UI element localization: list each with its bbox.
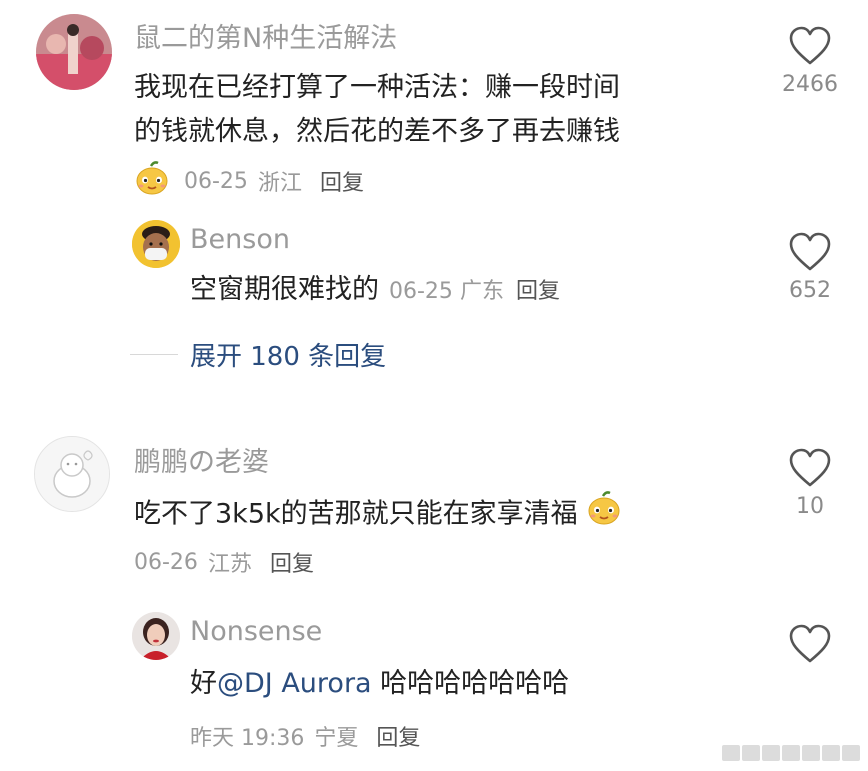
comment-text: 吃不了3k5k的苦那就只能在家享清福 <box>134 498 578 530</box>
reply-button[interactable]: 回复 <box>376 720 420 752</box>
reply-button[interactable]: 回复 <box>320 165 364 197</box>
comment-meta: 06-26 江苏 回复 <box>134 546 314 578</box>
mention-link[interactable]: @DJ Aurora <box>217 668 372 699</box>
mango-face-emoji-icon <box>586 490 622 540</box>
avatar[interactable] <box>34 436 110 512</box>
reply-meta: 昨天 19:36 宁夏 回复 <box>190 720 420 752</box>
username[interactable]: Benson <box>190 224 290 255</box>
avatar[interactable] <box>132 220 180 268</box>
reply-location: 广东 <box>459 279 504 304</box>
comment-text-row: 吃不了3k5k的苦那就只能在家享清福 <box>134 490 622 540</box>
reply-text: 空窗期很难找的 <box>190 274 379 305</box>
comment-date: 06-25 <box>184 168 248 194</box>
reply-text: 哈哈哈哈哈哈哈 <box>371 668 570 699</box>
like-count: 652 <box>789 278 831 303</box>
expand-replies-label[interactable]: 展开 180 条回复 <box>190 336 386 373</box>
divider <box>130 354 178 355</box>
avatar-image <box>35 437 109 511</box>
avatar-image <box>132 220 180 268</box>
reply-button[interactable]: 回复 <box>270 546 314 578</box>
comment-text: 我现在已经打算了一种活法：赚一段时间 <box>134 72 620 103</box>
reply-text-row: 空窗期很难找的 06-25 广东 回复 <box>190 268 560 314</box>
avatar-image <box>132 612 180 660</box>
avatar-image <box>36 14 112 90</box>
like-count: 10 <box>796 494 824 519</box>
like-button[interactable] <box>780 624 840 664</box>
mango-face-emoji-icon <box>134 160 170 202</box>
avatar[interactable] <box>132 612 180 660</box>
like-button[interactable]: 10 <box>780 448 840 519</box>
comment-meta: 06-25 浙江 回复 <box>134 160 364 202</box>
heart-outline-icon <box>789 26 831 65</box>
like-button[interactable]: 2466 <box>780 26 840 97</box>
heart-outline-icon <box>789 624 831 663</box>
comment-text: 的钱就休息，然后花的差不多了再去赚钱 <box>134 116 620 147</box>
comment-location: 江苏 <box>207 552 252 577</box>
like-button[interactable]: 652 <box>780 232 840 303</box>
expand-replies-button[interactable]: 展开 180 条回复 <box>130 336 386 373</box>
heart-outline-icon <box>789 448 831 487</box>
reply-location: 宁夏 <box>314 726 359 751</box>
reply-button[interactable]: 回复 <box>516 279 560 304</box>
watermark <box>722 745 860 761</box>
heart-outline-icon <box>789 232 831 271</box>
username[interactable]: 鼠二的第N种生活解法 <box>134 16 397 55</box>
username[interactable]: 鹏鹏の老婆 <box>134 440 269 479</box>
username[interactable]: Nonsense <box>190 616 322 647</box>
reply-date: 06-25 <box>389 279 453 304</box>
like-count: 2466 <box>782 72 838 97</box>
reply-text: 好 <box>190 668 217 699</box>
comment-date: 06-26 <box>134 549 198 575</box>
avatar[interactable] <box>36 14 112 90</box>
reply-date: 昨天 19:36 <box>190 726 305 751</box>
comment-location: 浙江 <box>257 171 302 196</box>
reply-meta: 06-25 广东 回复 <box>389 279 560 304</box>
reply-text-row: 好@DJ Aurora 哈哈哈哈哈哈哈 <box>190 662 569 706</box>
